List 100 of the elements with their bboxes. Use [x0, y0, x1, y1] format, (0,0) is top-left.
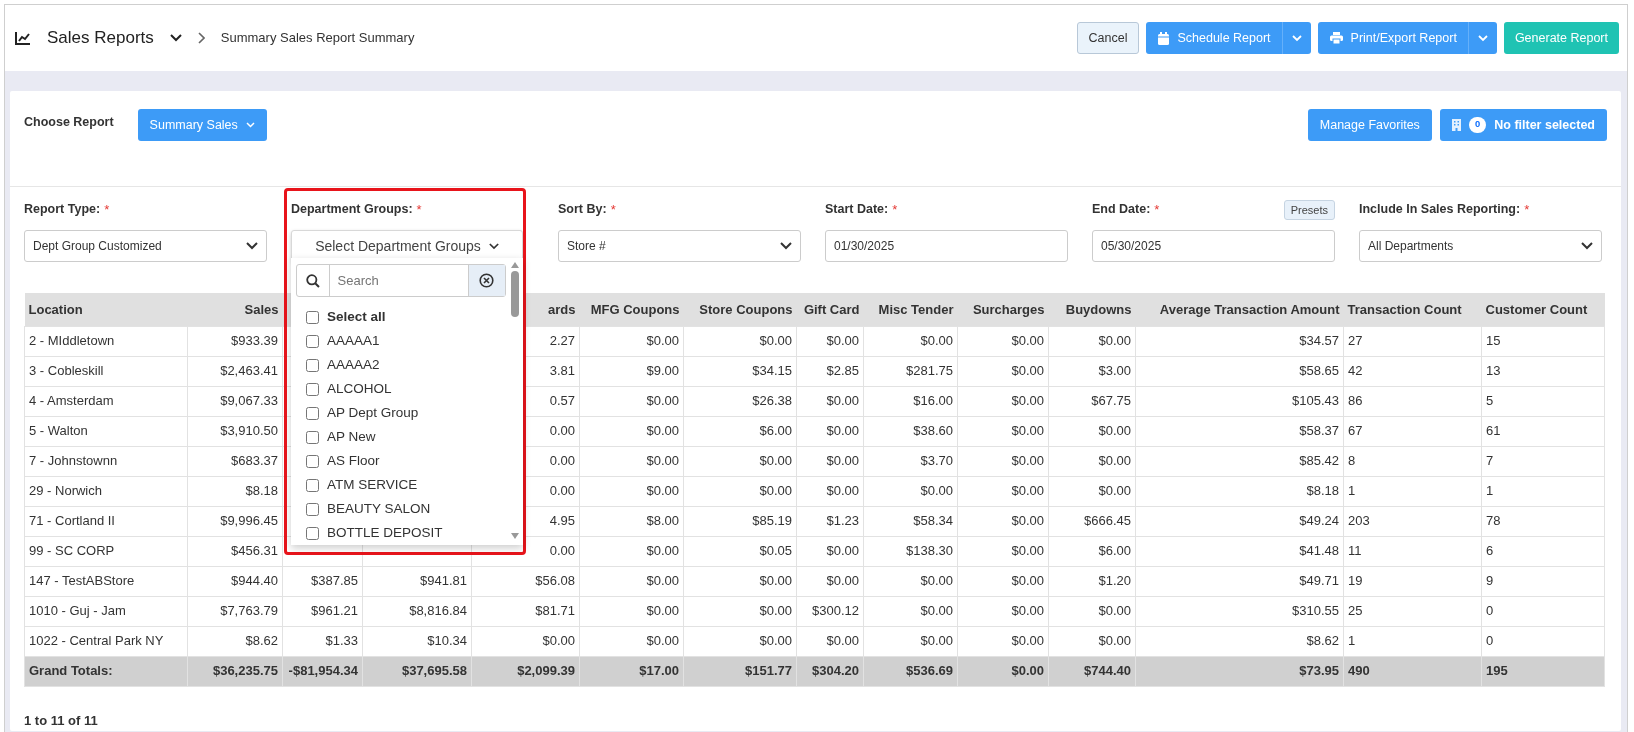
checkbox[interactable]: [306, 478, 319, 492]
table-cell: $0.00: [826, 393, 859, 409]
table-cell: $0.00: [1011, 363, 1044, 379]
date-field[interactable]: 01/30/2025: [825, 230, 1068, 262]
table-cell: $281.75: [906, 363, 953, 379]
required-marker: *: [104, 201, 110, 220]
table-cell: $0.00: [920, 333, 953, 349]
checkbox[interactable]: [306, 310, 319, 324]
table-cell: 1: [1348, 633, 1356, 649]
option-label[interactable]: AS Floor: [327, 450, 380, 472]
table-cell: 0.57: [549, 393, 575, 409]
table-cell: 1: [1348, 483, 1356, 499]
cancel-button[interactable]: Cancel: [1076, 22, 1140, 54]
table-cell: $310.55: [1292, 603, 1339, 619]
chevron-down-icon: [245, 122, 255, 128]
select-field[interactable]: Store #: [558, 230, 801, 262]
checkbox[interactable]: [306, 430, 319, 444]
table-cell: $0.00: [646, 573, 679, 589]
table-cell: 67: [1348, 423, 1363, 439]
table-cell: $0.00: [920, 483, 953, 499]
option-label[interactable]: BOTTLE DEPOSIT: [327, 522, 443, 544]
table-cell: 71 - Cortland II: [29, 513, 115, 529]
calendar-icon: [1158, 31, 1170, 45]
table-cell: 4.95: [549, 513, 575, 529]
table-cell: 11: [1348, 543, 1362, 559]
table-cell: 4 - Amsterdam: [29, 393, 114, 409]
table-cell: $85.19: [752, 513, 792, 529]
required-marker: *: [892, 201, 898, 220]
option-label[interactable]: ALCOHOL: [327, 378, 392, 400]
chevron-down-icon: [1581, 242, 1593, 250]
option-label[interactable]: Select all: [327, 306, 386, 328]
option-label[interactable]: ATM SERVICE: [327, 474, 418, 496]
table-cell: 1010 - Guj - Jam: [29, 603, 126, 619]
table-cell: $56.08: [535, 573, 575, 589]
table-cell: $3.00: [1098, 363, 1131, 379]
column-header[interactable]: Location: [28, 301, 83, 317]
option-label[interactable]: AP Dept Group: [327, 402, 419, 424]
print-options-button[interactable]: [1467, 22, 1497, 54]
table-cell: 1: [1486, 483, 1494, 499]
table-cell: $9,067.33: [220, 393, 278, 409]
checkbox[interactable]: [306, 382, 319, 396]
table-cell: 19: [1348, 573, 1363, 589]
table-cell: $0.00: [826, 333, 859, 349]
option-label[interactable]: AP New: [327, 426, 376, 448]
scrollbar[interactable]: [509, 260, 521, 541]
table-cell: $933.39: [231, 333, 278, 349]
table-cell: $0.00: [1011, 663, 1044, 679]
filter-label: Report Type:: [24, 201, 101, 219]
table-cell: $67.75: [1091, 393, 1131, 409]
table-cell: $7,763.79: [220, 603, 278, 619]
table-cell: $456.31: [231, 543, 278, 559]
building-icon: [1451, 119, 1461, 131]
table-cell: 7: [1486, 453, 1494, 469]
column-header[interactable]: Sales: [244, 301, 279, 317]
filter-label: Sort By:: [558, 201, 607, 219]
table-cell: $0.00: [1011, 573, 1044, 589]
table-cell: 147 - TestABStore: [29, 573, 135, 589]
schedule-options-button[interactable]: [1281, 22, 1311, 54]
filter-button[interactable]: 0 No filter selected: [1439, 109, 1607, 141]
option-label[interactable]: AAAAA1: [327, 330, 380, 352]
option-label[interactable]: BEAUTY SALON: [327, 498, 431, 520]
table-cell: $0.00: [1098, 483, 1131, 499]
chevron-down-icon: [1477, 34, 1488, 42]
table-cell: $0.00: [1098, 633, 1131, 649]
option-label[interactable]: AAAAA2: [327, 354, 380, 376]
checkbox[interactable]: [306, 454, 319, 468]
checkbox[interactable]: [306, 502, 319, 516]
table-cell: $941.81: [420, 573, 467, 589]
column-header[interactable]: ards: [548, 301, 576, 317]
table-cell: 0: [1486, 633, 1494, 649]
table-cell: $6.00: [759, 423, 792, 439]
table-cell: $0.00: [759, 333, 792, 349]
table-cell: $0.00: [759, 573, 792, 589]
table-cell: 0.00: [549, 423, 575, 439]
table-cell: $0.00: [542, 633, 575, 649]
table-cell: 61: [1486, 423, 1501, 439]
select-field[interactable]: Dept Group Customized: [24, 230, 267, 262]
checkbox[interactable]: [306, 358, 319, 372]
required-marker: *: [1524, 201, 1530, 220]
chevron-down-icon: [488, 242, 499, 250]
table-cell: $961.21: [311, 603, 358, 619]
date-field[interactable]: 05/30/2025: [1092, 230, 1335, 262]
checkbox[interactable]: [306, 406, 319, 420]
presets-button[interactable]: Presets: [1283, 199, 1335, 221]
table-cell: $0.00: [1011, 453, 1044, 469]
search-field[interactable]: Search: [296, 264, 506, 297]
table-cell: 42: [1348, 363, 1363, 379]
chevron-down-icon[interactable]: [169, 34, 182, 42]
table-cell: 0.00: [549, 453, 575, 469]
table-cell: $85.42: [1299, 453, 1339, 469]
filter-label: Include In Sales Reporting:: [1359, 201, 1521, 219]
select-field[interactable]: All Departments: [1359, 230, 1602, 262]
table-cell: $17.00: [639, 663, 679, 679]
table-cell: $1.23: [826, 513, 859, 529]
table-cell: 86: [1348, 393, 1363, 409]
clear-search-button[interactable]: [467, 265, 505, 296]
checkbox[interactable]: [306, 526, 319, 540]
table-cell: $38.60: [913, 423, 953, 439]
checkbox[interactable]: [306, 334, 319, 348]
table-cell: $744.40: [1084, 663, 1131, 679]
